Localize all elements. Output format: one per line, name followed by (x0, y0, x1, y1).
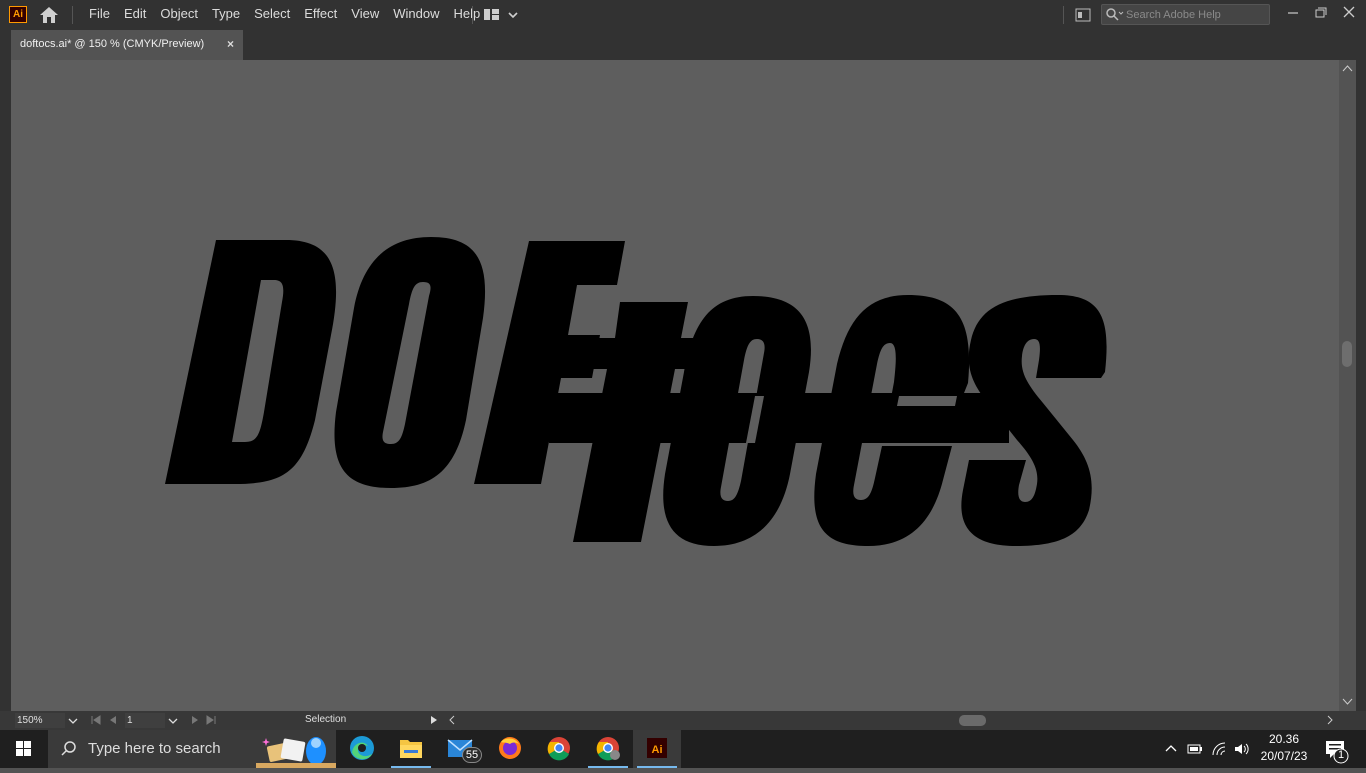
clock-time[interactable]: 20.36 (1267, 732, 1301, 746)
document-tab-bar: doftocs.ai* @ 150 % (CMYK/Preview) × (0, 30, 1366, 60)
taskbar-search-box[interactable]: Type here to search (48, 730, 336, 768)
next-artboard-icon[interactable] (190, 715, 200, 725)
menu-bar: Ai File Edit Object Type Select Effect V… (0, 0, 1366, 30)
taskbar-search-placeholder: Type here to search (88, 740, 221, 757)
close-window-button[interactable] (1339, 3, 1359, 23)
menu-type[interactable]: Type (205, 0, 247, 30)
close-icon (1343, 6, 1355, 18)
panel-icon (1075, 8, 1091, 22)
letter-D (165, 240, 337, 484)
document-tab[interactable]: doftocs.ai* @ 150 % (CMYK/Preview) × (11, 30, 243, 60)
menu-edit[interactable]: Edit (117, 0, 153, 30)
scroll-left-icon[interactable] (446, 713, 458, 727)
notification-count-badge: 1 (1337, 749, 1345, 761)
scroll-right-icon[interactable] (1324, 713, 1336, 727)
home-icon (40, 7, 58, 23)
first-artboard-icon[interactable] (91, 715, 101, 725)
artboard-canvas[interactable] (11, 60, 1339, 711)
last-artboard-icon[interactable] (206, 715, 216, 725)
left-gutter (0, 30, 11, 730)
illustrator-app-icon: Ai (647, 738, 667, 758)
menu-window[interactable]: Window (386, 0, 446, 30)
firefox-icon (499, 737, 521, 759)
restore-button[interactable] (1311, 3, 1331, 23)
minimize-button[interactable] (1283, 3, 1303, 23)
taskbar-file-explorer[interactable] (387, 730, 435, 768)
chrome-icon (547, 737, 570, 761)
show-hidden-icons-chevron-up-icon[interactable] (1164, 742, 1178, 756)
battery-icon[interactable] (1186, 742, 1204, 756)
illustrator-logo[interactable]: Ai (9, 6, 27, 23)
taskbar-chrome[interactable] (535, 730, 583, 768)
scroll-down-icon[interactable] (1339, 694, 1356, 708)
artboard-dropdown-chevron-down-icon[interactable] (167, 715, 179, 727)
current-tool-label: Selection (305, 714, 347, 725)
minimize-icon (1288, 12, 1298, 14)
layout-grid-icon (484, 9, 518, 20)
taskbar-firefox[interactable] (486, 730, 534, 768)
right-gutter (1356, 30, 1366, 730)
artwork-doftocs[interactable] (11, 60, 1339, 711)
menu-separator (72, 6, 73, 24)
artboard-number-field[interactable]: 1 (125, 713, 165, 728)
main-menu: File Edit Object Type Select Effect View… (82, 0, 487, 30)
letter-O (334, 237, 486, 488)
taskbar-edge[interactable] (338, 730, 386, 768)
workspace-switcher-button[interactable] (482, 7, 522, 23)
scroll-up-icon[interactable] (1339, 62, 1356, 76)
panel-toggle-button[interactable] (1075, 8, 1091, 22)
horizontal-scrollbar[interactable] (444, 712, 1338, 729)
windows-logo-icon (16, 741, 31, 756)
menu-file[interactable]: File (82, 0, 117, 30)
svg-text:Ai: Ai (652, 744, 663, 756)
vertical-scroll-thumb[interactable] (1342, 341, 1352, 367)
search-icon (61, 741, 76, 756)
menu-effect[interactable]: Effect (297, 0, 344, 30)
status-menu-arrow-icon[interactable] (429, 715, 439, 725)
close-tab-icon[interactable]: × (227, 37, 234, 51)
menu-separator (472, 6, 473, 24)
taskbar-illustrator[interactable]: Ai (633, 730, 681, 768)
status-bar: 150% 1 Selection (0, 711, 1366, 730)
previous-artboard-icon[interactable] (108, 715, 118, 725)
taskbar-chrome-profile[interactable] (584, 730, 632, 768)
menu-separator (1063, 6, 1064, 24)
zoom-level-field[interactable]: 150% (15, 713, 65, 728)
menu-select[interactable]: Select (247, 0, 297, 30)
zoom-dropdown-chevron-down-icon[interactable] (67, 715, 79, 727)
vertical-scrollbar[interactable] (1339, 60, 1356, 711)
clock-date[interactable]: 20/07/23 (1259, 749, 1309, 763)
help-search-input[interactable] (1126, 5, 1266, 24)
windows-taskbar: Type here to search 55 Ai 20.36 20/07/23 (0, 730, 1366, 768)
start-button[interactable] (0, 730, 48, 768)
horizontal-scroll-thumb[interactable] (959, 715, 986, 726)
help-search-box[interactable] (1101, 4, 1270, 25)
search-highlights-illustration-icon (256, 737, 336, 768)
menu-view[interactable]: View (344, 0, 386, 30)
wifi-icon[interactable] (1211, 742, 1229, 756)
menu-object[interactable]: Object (153, 0, 205, 30)
restore-icon (1315, 7, 1327, 18)
notification-center-button[interactable]: 1 (1320, 730, 1360, 768)
volume-icon[interactable] (1233, 742, 1251, 756)
mail-unread-badge: 55 (462, 747, 482, 763)
home-button[interactable] (38, 6, 60, 24)
folder-icon (400, 740, 422, 758)
artwork-letters (165, 237, 1107, 546)
document-tab-title: doftocs.ai* @ 150 % (CMYK/Preview) (20, 38, 205, 50)
search-icon (1106, 8, 1124, 21)
chrome-profile-icon (596, 737, 620, 761)
edge-icon (350, 736, 374, 760)
